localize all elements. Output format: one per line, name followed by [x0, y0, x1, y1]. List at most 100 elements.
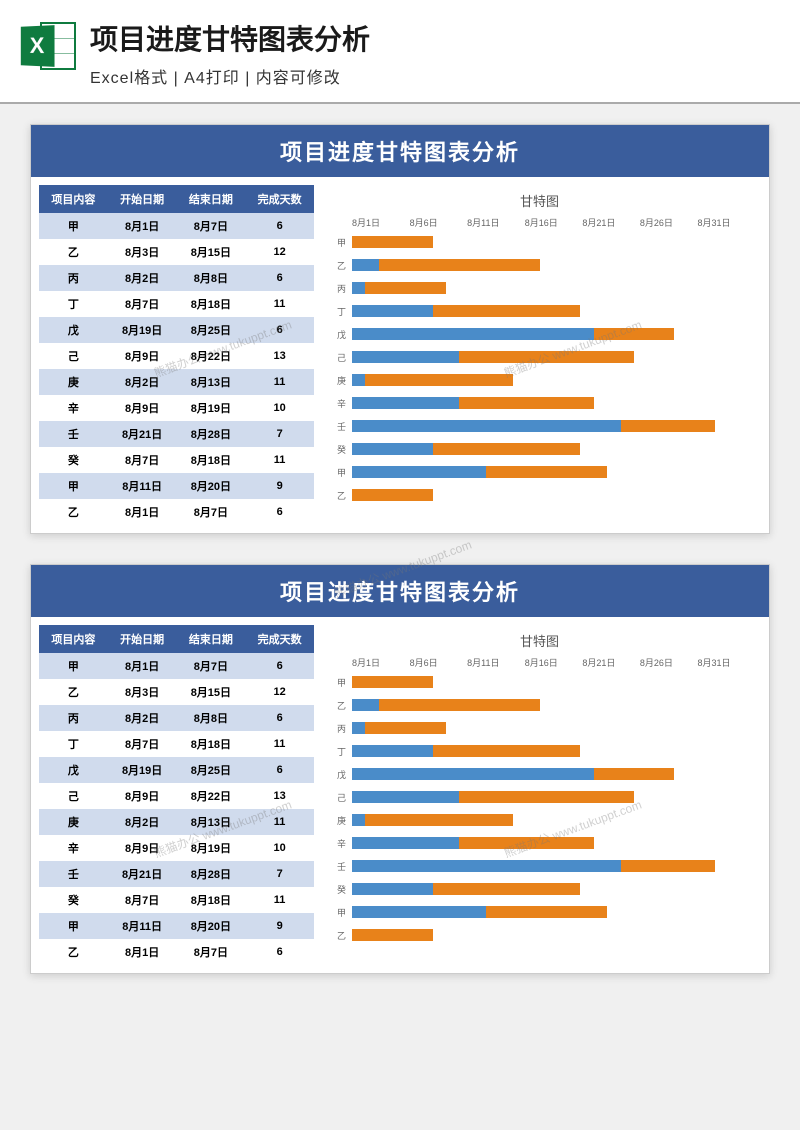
bar-track [352, 351, 755, 363]
table-cell: 8月25日 [177, 757, 246, 783]
table-cell: 8月21日 [108, 861, 177, 887]
table-cell: 10 [245, 835, 314, 861]
table-cell: 8月1日 [108, 653, 177, 679]
table-cell: 8月15日 [177, 679, 246, 705]
table-cell: 8月9日 [108, 835, 177, 861]
table-cell: 11 [245, 447, 314, 473]
table-cell: 8月28日 [177, 421, 246, 447]
table-row: 甲8月11日8月20日9 [39, 913, 314, 939]
table-row: 戊8月19日8月25日6 [39, 757, 314, 783]
table-cell: 甲 [39, 213, 108, 239]
table-cell: 8月20日 [177, 473, 246, 499]
table-row: 丁8月7日8月18日11 [39, 291, 314, 317]
chart-ylabel: 己 [324, 351, 352, 364]
bar-duration [379, 699, 540, 711]
bar-offset [352, 305, 433, 317]
table-row: 丙8月2日8月8日6 [39, 705, 314, 731]
chart-xaxis: 8月1日8月6日8月11日8月16日8月21日8月26日8月31日 [324, 656, 755, 669]
bar-track [352, 305, 755, 317]
bar-offset [352, 883, 433, 895]
chart-ylabel: 丙 [324, 722, 352, 735]
table-cell: 甲 [39, 913, 108, 939]
chart-row: 辛 [324, 834, 755, 852]
bar-duration [352, 676, 433, 688]
chart-ylabel: 己 [324, 791, 352, 804]
bar-duration [352, 489, 433, 501]
xaxis-tick: 8月21日 [582, 216, 640, 229]
bar-offset [352, 699, 379, 711]
table-cell: 8月9日 [108, 783, 177, 809]
table-cell: 8月13日 [177, 809, 246, 835]
table-cell: 8月1日 [108, 499, 177, 525]
table-cell: 8月7日 [177, 939, 246, 965]
table-cell: 乙 [39, 679, 108, 705]
table-cell: 戊 [39, 317, 108, 343]
chart-row: 乙 [324, 256, 755, 274]
chart-rows: 甲乙丙丁戊己庚辛壬癸甲乙 [324, 233, 755, 504]
bar-track [352, 722, 755, 734]
table-cell: 6 [245, 499, 314, 525]
bar-offset [352, 860, 621, 872]
xaxis-tick: 8月11日 [467, 216, 525, 229]
bar-duration [365, 374, 513, 386]
table-cell: 己 [39, 783, 108, 809]
chart-row: 己 [324, 788, 755, 806]
table-cell: 8月2日 [108, 705, 177, 731]
bar-offset [352, 722, 365, 734]
table-cell: 7 [245, 421, 314, 447]
table-cell: 乙 [39, 239, 108, 265]
chart-ylabel: 乙 [324, 699, 352, 712]
table-cell: 6 [245, 705, 314, 731]
table-row: 辛8月9日8月19日10 [39, 395, 314, 421]
table-cell: 8月7日 [108, 887, 177, 913]
xaxis-tick: 8月6日 [410, 656, 468, 669]
table-cell: 8月8日 [177, 705, 246, 731]
chart-title: 甘特图 [324, 191, 755, 210]
bar-offset [352, 374, 365, 386]
table-row: 乙8月1日8月7日6 [39, 499, 314, 525]
chart-ylabel: 庚 [324, 814, 352, 827]
table-cell: 8月1日 [108, 213, 177, 239]
gantt-chart: 甘特图8月1日8月6日8月11日8月16日8月21日8月26日8月31日甲乙丙丁… [324, 625, 761, 965]
chart-row: 己 [324, 348, 755, 366]
table-cell: 8月15日 [177, 239, 246, 265]
table-cell: 8月18日 [177, 447, 246, 473]
table-row: 甲8月11日8月20日9 [39, 473, 314, 499]
bar-duration [621, 420, 715, 432]
chart-row: 甲 [324, 903, 755, 921]
table-cell: 6 [245, 757, 314, 783]
table-cell: 12 [245, 679, 314, 705]
header-text: 项目进度甘特图表分析 Excel格式 | A4打印 | 内容可修改 [90, 18, 370, 88]
bar-duration [459, 397, 593, 409]
table-cell: 甲 [39, 653, 108, 679]
bar-duration [433, 443, 581, 455]
bar-track [352, 906, 755, 918]
table-header: 结束日期 [177, 625, 246, 653]
bar-track [352, 814, 755, 826]
table-cell: 庚 [39, 369, 108, 395]
bar-track [352, 837, 755, 849]
bar-track [352, 259, 755, 271]
table-cell: 乙 [39, 939, 108, 965]
bar-duration [365, 722, 446, 734]
table-cell: 8月21日 [108, 421, 177, 447]
chart-row: 庚 [324, 371, 755, 389]
bar-duration [594, 328, 675, 340]
table-cell: 8月18日 [177, 291, 246, 317]
doc-title: 项目进度甘特图表分析 [90, 18, 370, 58]
bar-track [352, 420, 755, 432]
chart-row: 丁 [324, 742, 755, 760]
table-cell: 8月18日 [177, 887, 246, 913]
table-cell: 8月19日 [108, 757, 177, 783]
table-row: 庚8月2日8月13日11 [39, 809, 314, 835]
bar-offset [352, 906, 486, 918]
bar-track [352, 883, 755, 895]
bar-offset [352, 791, 459, 803]
xaxis-tick: 8月16日 [525, 216, 583, 229]
bar-duration [486, 466, 607, 478]
bar-track [352, 328, 755, 340]
bar-duration [459, 351, 634, 363]
table-cell: 丁 [39, 731, 108, 757]
table-cell: 8月11日 [108, 473, 177, 499]
table-row: 辛8月9日8月19日10 [39, 835, 314, 861]
